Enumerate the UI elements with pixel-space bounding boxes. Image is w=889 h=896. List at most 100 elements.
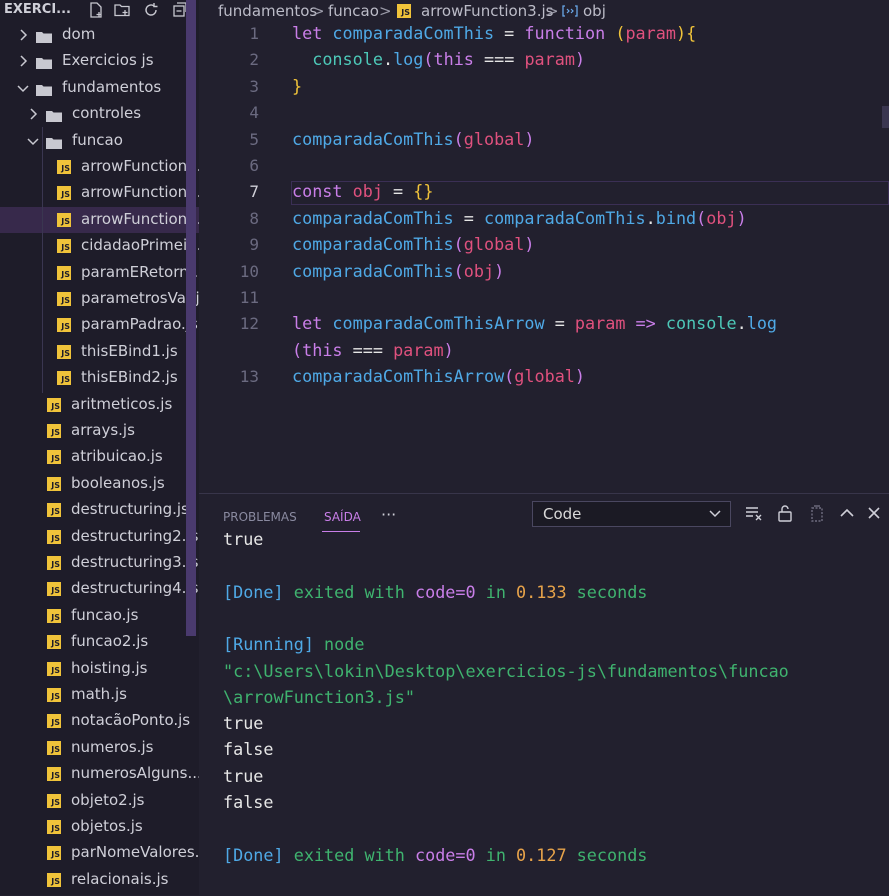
tree-item-label: funcao (72, 130, 123, 149)
code-line[interactable]: comparadaComThisArrow(global) (292, 366, 585, 386)
code-token: comparadaComThis (292, 128, 454, 149)
new-folder-icon[interactable] (112, 1, 132, 21)
code-line[interactable]: console.log(this === param) (292, 49, 585, 69)
tree-item-label: thisEBind2.js (81, 368, 178, 387)
output-token (567, 582, 577, 602)
tree-file[interactable]: JS arrowFunction... (0, 206, 199, 233)
tree-file[interactable]: JS destructuring3.js (0, 550, 199, 576)
code-token: function (524, 23, 606, 43)
tree-folder[interactable]: fundamentos (0, 75, 199, 101)
tree-file[interactable]: JS relacionais.js (0, 867, 199, 893)
tree-file[interactable]: JS aritmeticos.js (0, 392, 199, 418)
code-token: ) (736, 207, 747, 228)
tab-saida[interactable]: SAÍDA (324, 510, 361, 524)
copy-icon[interactable] (806, 503, 826, 523)
output-line: \arrowFunction3.js" (223, 687, 415, 707)
code-line[interactable]: } (292, 76, 302, 96)
js-file-icon: JS (57, 265, 71, 280)
lock-icon[interactable] (775, 503, 795, 523)
tree-file[interactable]: JS hoisting.js (0, 656, 199, 682)
tree-file[interactable]: JS destructuring.js (0, 497, 199, 523)
tree-item-label: arrowFunction... (81, 209, 199, 228)
code-line[interactable]: let comparadaComThis = function (param){ (292, 23, 696, 43)
js-file-icon: JS (47, 476, 61, 491)
tree-file[interactable]: JS objetos.js (0, 814, 199, 840)
tree-file[interactable]: JS thisEBind2.js (0, 365, 199, 391)
tree-item-label: aritmeticos.js (71, 394, 173, 413)
tree-file[interactable]: JS atribuicao.js (0, 444, 199, 470)
code-line[interactable]: comparadaComThis(global) (292, 234, 535, 254)
breadcrumb-fundamentos[interactable]: fundamentos (218, 2, 317, 20)
close-icon[interactable] (864, 503, 884, 523)
breadcrumb-funcao[interactable]: funcao (328, 2, 379, 20)
tree-folder[interactable]: dom (0, 22, 199, 48)
chevron-up-icon[interactable] (837, 503, 857, 523)
tree-file[interactable]: JS funcao.js (0, 603, 199, 629)
tree-file[interactable]: JS arrays.js (0, 418, 199, 444)
sidebar-scrollbar[interactable] (186, 0, 196, 636)
output-token: exited with (293, 581, 415, 602)
output-token: code=0 (414, 844, 476, 865)
output-line: true (223, 713, 263, 733)
code-line[interactable]: comparadaComThis(obj) (292, 261, 504, 281)
js-file-icon: JS (47, 424, 61, 438)
breadcrumb-file[interactable]: arrowFunction3.js (421, 2, 553, 20)
output-token: false (223, 792, 274, 812)
tree-file[interactable]: JS paramERetorn... (0, 260, 199, 286)
tree-file[interactable]: JS destructuring2.js (0, 524, 199, 550)
code-token: this (302, 339, 343, 360)
tree-item-label: hoisting.js (71, 658, 148, 677)
code-token: . (382, 49, 394, 70)
refresh-icon[interactable] (141, 1, 161, 21)
output-line: [Done] exited with code=0 in 0.133 secon… (223, 582, 647, 602)
tree-file[interactable]: JS arrowFunction... (0, 154, 199, 180)
explorer-sidebar: EXERCI... dom Exercicios js fundamentos con… (0, 0, 199, 895)
new-file-icon[interactable] (86, 1, 106, 21)
js-file-icon: JS (47, 793, 61, 808)
tree-item-label: arrays.js (71, 421, 135, 439)
js-file-icon: JS (47, 688, 61, 702)
code-token: . (645, 207, 656, 228)
tree-file[interactable]: JS paramPadrao.js (0, 312, 199, 338)
more-actions-icon[interactable]: ··· (381, 505, 396, 524)
output-token: [Done] (223, 581, 284, 602)
code-token: comparadaComThis (332, 23, 495, 43)
tree-file[interactable]: JS math.js (0, 682, 199, 708)
code-token: log (393, 49, 424, 70)
tree-item-label: fundamentos (62, 77, 162, 96)
breadcrumb-symbol[interactable]: obj (583, 2, 606, 20)
tree-item-label: paramERetorn... (81, 262, 199, 281)
tree-file[interactable]: JS thisEBind1.js (0, 339, 199, 365)
code-line[interactable]: let comparadaComThisArrow = param => con… (292, 313, 777, 333)
tree-folder[interactable]: controles (0, 101, 199, 127)
tree-file[interactable]: JS parNomeValores... (0, 840, 199, 866)
tree-file[interactable]: JS objeto2.js (0, 788, 199, 814)
tree-file[interactable]: JS cidadaoPrimeir... (0, 233, 199, 259)
code-line[interactable]: comparadaComThis(global) (292, 129, 535, 149)
code-token: ( (292, 339, 303, 360)
tree-folder[interactable]: funcao (0, 128, 199, 154)
clear-output-icon[interactable] (744, 503, 764, 523)
output-line: true (223, 529, 263, 549)
tree-file[interactable]: JS booleanos.js (0, 471, 199, 497)
code-line[interactable]: comparadaComThis = comparadaComThis.bind… (292, 208, 747, 228)
output-channel-select[interactable]: Code (532, 501, 731, 527)
tree-folder[interactable]: Exercicios js (0, 48, 199, 74)
code-line[interactable]: const obj = {} (292, 181, 433, 201)
tree-file[interactable]: JS parametrosVar.js (0, 286, 199, 312)
output-token: in (485, 581, 517, 602)
tree-file[interactable]: JS numerosAlguns... (0, 761, 199, 787)
code-editor[interactable]: 1 2 3 4 5 6 7 8 9 10 11 12 13 let comparadaComThis =… (199, 22, 889, 493)
tab-problemas[interactable]: PROBLEMAS (223, 510, 297, 524)
tree-item-label: parNomeValores... (71, 843, 199, 862)
line-number: 10 (239, 261, 259, 281)
tree-file[interactable]: JS funcao2.js (0, 629, 199, 655)
tree-file[interactable]: JS numeros.js (0, 735, 199, 761)
breadcrumb-separator: > (546, 2, 559, 20)
code-line[interactable]: (this === param) (292, 340, 454, 360)
tree-file[interactable]: JS arrowFunction... (0, 180, 199, 206)
editor-scrollbar[interactable] (882, 106, 889, 128)
tree-file[interactable]: JS notacãoPonto.js (0, 708, 199, 734)
code-token: = (453, 207, 484, 228)
tree-file[interactable]: JS destructuring4.js (0, 576, 199, 602)
